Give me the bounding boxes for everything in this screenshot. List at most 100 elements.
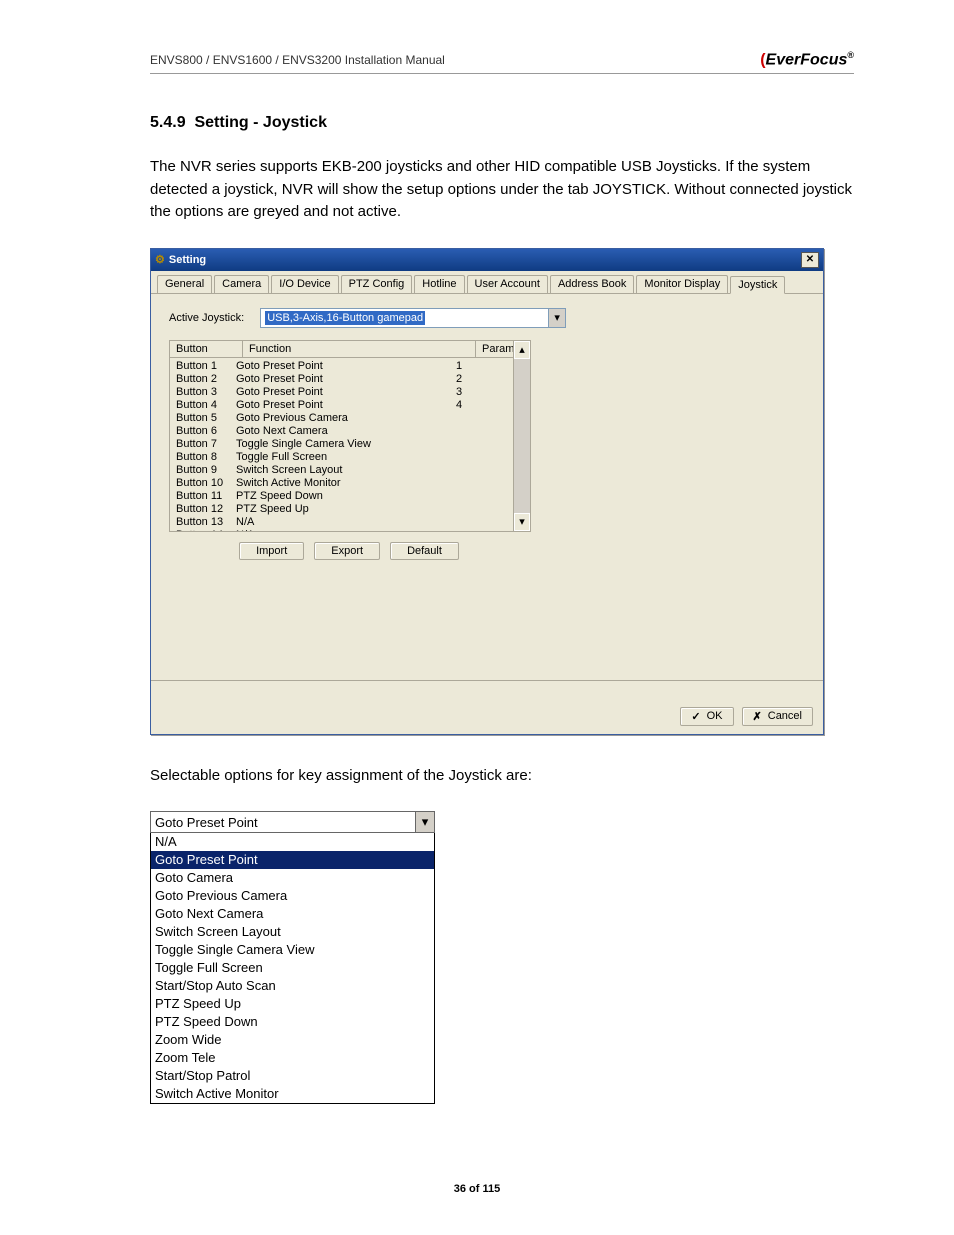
gear-icon: ⚙ [155, 253, 165, 266]
option-goto-preset-point[interactable]: Goto Preset Point [151, 851, 434, 869]
cell-parameter [456, 464, 516, 477]
setting-dialog: ⚙ Setting ✕ GeneralCameraI/O DevicePTZ C… [150, 248, 824, 735]
table-row[interactable]: Button 7Toggle Single Camera View [170, 438, 530, 451]
table-row[interactable]: Button 1Goto Preset Point1 [170, 360, 530, 373]
options-intro: Selectable options for key assignment of… [150, 765, 854, 788]
tab-i-o-device[interactable]: I/O Device [271, 275, 338, 293]
table-row[interactable]: Button 11PTZ Speed Down [170, 490, 530, 503]
cell-parameter [456, 425, 516, 438]
ok-button[interactable]: ✓ OK [680, 707, 733, 726]
tab-monitor-display[interactable]: Monitor Display [636, 275, 728, 293]
function-dropdown-open: Goto Preset Point ▾ N/AGoto Preset Point… [150, 811, 435, 1104]
cell-parameter: 1 [456, 360, 516, 373]
cell-parameter [456, 529, 516, 532]
export-button[interactable]: Export [314, 542, 380, 560]
option-ptz-speed-up[interactable]: PTZ Speed Up [151, 995, 434, 1013]
cell-function: Goto Next Camera [236, 425, 456, 438]
option-n-a[interactable]: N/A [151, 833, 434, 851]
cell-parameter [456, 477, 516, 490]
close-button[interactable]: ✕ [801, 252, 819, 268]
page-number: 36 of 115 [0, 1183, 954, 1195]
default-button[interactable]: Default [390, 542, 459, 560]
breadcrumb: ENVS800 / ENVS1600 / ENVS3200 Installati… [150, 53, 445, 67]
list-header: Button Function Parameter [170, 341, 530, 358]
cell-button: Button 8 [176, 451, 236, 464]
scroll-down-icon[interactable]: ▾ [514, 513, 530, 531]
cell-button: Button 7 [176, 438, 236, 451]
cell-function: Goto Preset Point [236, 360, 456, 373]
table-row[interactable]: Button 8Toggle Full Screen [170, 451, 530, 464]
option-switch-active-monitor[interactable]: Switch Active Monitor [151, 1085, 434, 1103]
option-ptz-speed-down[interactable]: PTZ Speed Down [151, 1013, 434, 1031]
cell-parameter: 4 [456, 399, 516, 412]
cell-parameter: 2 [456, 373, 516, 386]
cell-button: Button 10 [176, 477, 236, 490]
option-zoom-tele[interactable]: Zoom Tele [151, 1049, 434, 1067]
tab-camera[interactable]: Camera [214, 275, 269, 293]
cell-button: Button 13 [176, 516, 236, 529]
cell-parameter [456, 490, 516, 503]
table-row[interactable]: Button 10Switch Active Monitor [170, 477, 530, 490]
col-function: Function [243, 341, 476, 357]
cell-button: Button 4 [176, 399, 236, 412]
cell-function: Toggle Single Camera View [236, 438, 456, 451]
tab-joystick[interactable]: Joystick [730, 276, 785, 294]
table-row[interactable]: Button 5Goto Previous Camera [170, 412, 530, 425]
tab-strip: GeneralCameraI/O DevicePTZ ConfigHotline… [151, 271, 823, 294]
check-icon: ✓ [691, 710, 700, 723]
scrollbar[interactable]: ▴ ▾ [513, 341, 530, 531]
table-row[interactable]: Button 9Switch Screen Layout [170, 464, 530, 477]
table-row[interactable]: Button 13N/A [170, 516, 530, 529]
cell-function: Switch Active Monitor [236, 477, 456, 490]
option-goto-previous-camera[interactable]: Goto Previous Camera [151, 887, 434, 905]
active-joystick-combo[interactable]: USB,3-Axis,16-Button gamepad ▾ [260, 308, 566, 328]
tab-hotline[interactable]: Hotline [414, 275, 464, 293]
option-start-stop-auto-scan[interactable]: Start/Stop Auto Scan [151, 977, 434, 995]
tab-general[interactable]: General [157, 275, 212, 293]
tab-user-account[interactable]: User Account [467, 275, 548, 293]
cancel-button[interactable]: ✗ Cancel [742, 707, 813, 726]
button-mapping-list[interactable]: Button Function Parameter Button 1Goto P… [169, 340, 531, 532]
cell-button: Button 9 [176, 464, 236, 477]
col-button: Button [170, 341, 243, 357]
import-button[interactable]: Import [239, 542, 304, 560]
scroll-up-icon[interactable]: ▴ [514, 341, 530, 359]
tab-address-book[interactable]: Address Book [550, 275, 634, 293]
table-row[interactable]: Button 6Goto Next Camera [170, 425, 530, 438]
cell-button: Button 5 [176, 412, 236, 425]
cell-function: Goto Preset Point [236, 373, 456, 386]
option-toggle-full-screen[interactable]: Toggle Full Screen [151, 959, 434, 977]
dialog-bottom-bar: ✓ OK ✗ Cancel [151, 699, 823, 734]
chevron-down-icon: ▾ [415, 812, 434, 832]
dialog-title: Setting [169, 254, 206, 266]
cell-function: PTZ Speed Up [236, 503, 456, 516]
cell-function: Switch Screen Layout [236, 464, 456, 477]
close-icon: ✕ [806, 254, 814, 265]
option-zoom-wide[interactable]: Zoom Wide [151, 1031, 434, 1049]
section-heading: 5.4.9 Setting - Joystick [150, 114, 854, 132]
cell-function: N/A [236, 529, 456, 532]
cell-parameter [456, 451, 516, 464]
table-row[interactable]: Button 12PTZ Speed Up [170, 503, 530, 516]
tab-ptz-config[interactable]: PTZ Config [341, 275, 413, 293]
option-goto-next-camera[interactable]: Goto Next Camera [151, 905, 434, 923]
dropdown-head[interactable]: Goto Preset Point ▾ [150, 811, 435, 833]
chevron-down-icon: ▾ [548, 309, 565, 327]
cell-parameter: 3 [456, 386, 516, 399]
intro-paragraph: The NVR series supports EKB-200 joystick… [150, 156, 854, 224]
cell-parameter [456, 503, 516, 516]
table-row[interactable]: Button 2Goto Preset Point2 [170, 373, 530, 386]
option-switch-screen-layout[interactable]: Switch Screen Layout [151, 923, 434, 941]
cell-button: Button 12 [176, 503, 236, 516]
table-row[interactable]: Button 4Goto Preset Point4 [170, 399, 530, 412]
option-toggle-single-camera-view[interactable]: Toggle Single Camera View [151, 941, 434, 959]
option-start-stop-patrol[interactable]: Start/Stop Patrol [151, 1067, 434, 1085]
cell-function: Goto Preset Point [236, 386, 456, 399]
option-goto-camera[interactable]: Goto Camera [151, 869, 434, 887]
cell-function: Goto Preset Point [236, 399, 456, 412]
cell-function: Toggle Full Screen [236, 451, 456, 464]
table-row[interactable]: Button 14N/A [170, 529, 530, 532]
table-row[interactable]: Button 3Goto Preset Point3 [170, 386, 530, 399]
dialog-titlebar: ⚙ Setting ✕ [151, 249, 823, 271]
cell-function: N/A [236, 516, 456, 529]
